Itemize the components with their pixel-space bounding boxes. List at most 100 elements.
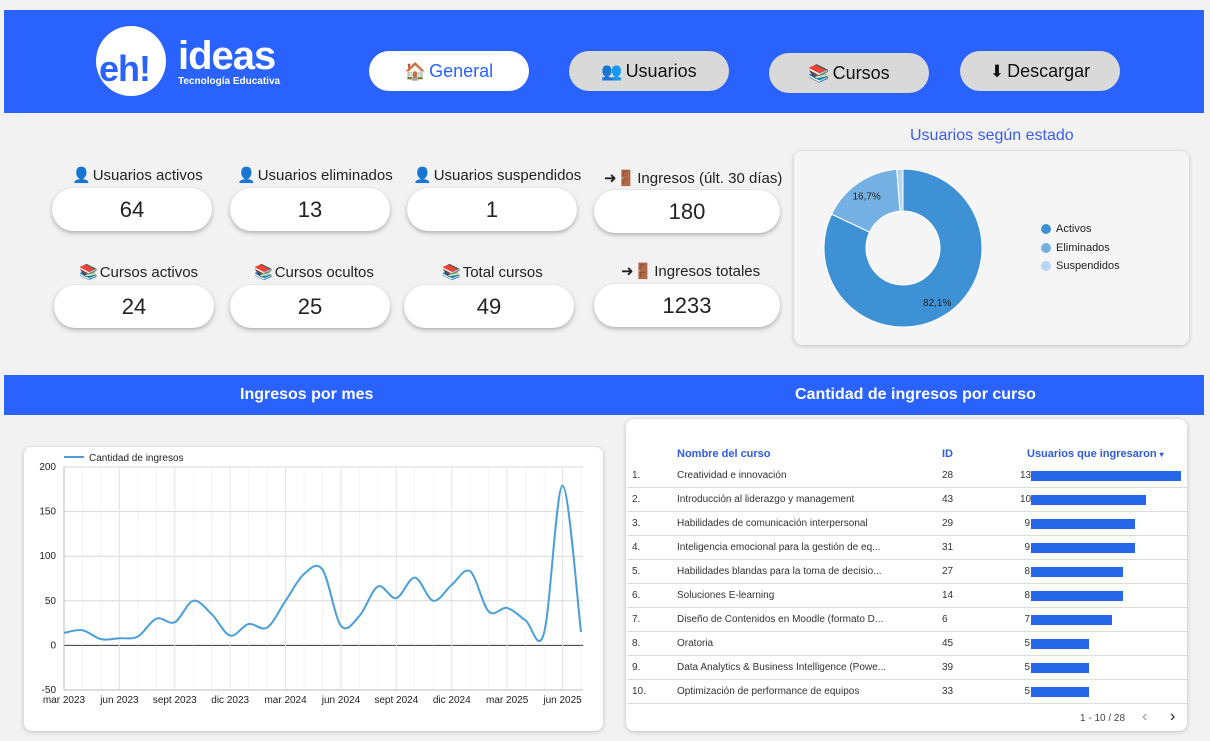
row-course-id: 33	[942, 686, 954, 697]
row-course-id: 31	[942, 542, 954, 553]
x-tick-label: dic 2024	[433, 695, 471, 706]
row-course-name: Data Analytics & Business Intelligence (…	[677, 662, 886, 673]
column-header-nombre[interactable]: Nombre del curso	[677, 448, 771, 460]
table-row[interactable]: 5. Habilidades blandas para la toma de de…	[627, 560, 1187, 584]
books-icon: 📚	[808, 63, 830, 83]
table-row[interactable]: 2. Introducción al liderazgo y management…	[627, 488, 1187, 512]
row-course-id: 45	[942, 638, 954, 649]
row-value-label: 8	[1024, 566, 1030, 577]
row-course-id: 28	[942, 470, 954, 481]
books-icon: 📚	[79, 264, 98, 281]
row-course-name: Habilidades de comunicación interpersona…	[677, 518, 868, 529]
kpi-label-ingresos-30-dias: ➜🚪 Ingresos (últ. 30 días)	[604, 169, 783, 188]
nav-label: Usuarios	[625, 60, 697, 81]
row-rank: 4.	[632, 542, 641, 553]
x-tick-label: sept 2023	[153, 695, 197, 706]
row-value-label: 8	[1024, 590, 1030, 601]
row-course-id: 6	[942, 614, 948, 625]
nav-button-descargar[interactable]: ⬇ Descargar	[960, 51, 1120, 91]
table-row[interactable]: 7. Diseño de Contenidos en Moodle (format…	[627, 608, 1187, 632]
row-course-id: 43	[942, 494, 954, 505]
table-row[interactable]: 3. Habilidades de comunicación interperso…	[627, 512, 1187, 536]
y-tick-label: 150	[39, 507, 56, 518]
row-value-bar	[1031, 471, 1181, 481]
row-value-label: 5	[1024, 686, 1030, 697]
row-value-bar	[1031, 543, 1135, 553]
table-row[interactable]: 9. Data Analytics & Business Intelligence…	[627, 656, 1187, 680]
house-icon: 🏠	[404, 61, 427, 81]
row-value-label: 9	[1024, 542, 1030, 553]
pagination-text: 1 - 10 / 28	[1080, 713, 1126, 724]
row-value-label: 5	[1024, 638, 1030, 649]
row-course-id: 29	[942, 518, 954, 529]
row-course-name: Creatividad e innovación	[677, 470, 787, 481]
next-page-button[interactable]: ›	[1170, 708, 1175, 726]
table-row[interactable]: 6. Soluciones E-learning 14 8	[627, 584, 1187, 608]
row-value-bar	[1031, 567, 1124, 577]
line-chart-card: 200 150 100 50 0 -50 mar 2023 jun 2023 sept 2023…	[24, 447, 603, 731]
row-course-name: Introducción al liderazgo y management	[677, 494, 855, 505]
row-rank: 7.	[632, 614, 641, 625]
legend-item-suspendidos[interactable]: Suspendidos	[1041, 260, 1120, 272]
table-row[interactable]: 4. Inteligencia emocional para la gestión…	[627, 536, 1187, 560]
logo-word: ideas	[178, 34, 276, 78]
logo-tagline: Tecnología Educativa	[178, 76, 281, 87]
row-value-bar	[1031, 519, 1135, 529]
y-tick-label: 100	[39, 551, 56, 562]
kpi-label-usuarios-activos: 👤 Usuarios activos	[72, 166, 203, 185]
kpi-label-usuarios-suspendidos: 👤 Usuarios suspendidos	[413, 166, 582, 185]
row-course-name: Soluciones E-learning	[677, 590, 775, 601]
pie-chart: 82,1% 16,7%	[823, 168, 983, 328]
users-icon: 👥	[601, 61, 623, 81]
kpi-label-cursos-ocultos: 📚 Cursos ocultos	[254, 263, 374, 282]
x-tick-label: mar 2023	[43, 695, 86, 706]
x-tick-label: jun 2025	[542, 695, 582, 706]
legend-dot	[1041, 243, 1051, 253]
row-value-bar	[1031, 495, 1147, 505]
pie-title: Usuarios según estado	[910, 127, 1074, 144]
nav-label: Descargar	[1007, 60, 1091, 81]
prev-page-button[interactable]: ‹	[1142, 708, 1147, 726]
row-value-bar	[1031, 639, 1089, 649]
user-icon: 👤	[237, 167, 256, 184]
download-icon: ⬇	[989, 61, 1005, 81]
row-rank: 6.	[632, 590, 641, 601]
nav-label: Cursos	[832, 62, 890, 83]
table-row[interactable]: 8. Oratoria 45 5	[627, 632, 1187, 656]
legend-dot	[1041, 224, 1051, 234]
logo-main: eh!	[99, 48, 151, 89]
line-chart-title: Ingresos por mes	[240, 386, 374, 403]
legend-item-eliminados[interactable]: Eliminados	[1041, 242, 1110, 254]
row-value-label: 10	[1020, 494, 1032, 505]
user-icon: 👤	[72, 167, 91, 184]
table-row[interactable]: 1. Creatividad e innovación 28 13	[627, 464, 1187, 488]
row-value-bar	[1031, 687, 1089, 697]
kpi-label-cursos-activos: 📚 Cursos activos	[79, 263, 199, 282]
kpi-value-cursos-activos: 24	[54, 285, 214, 328]
y-tick-label: 50	[45, 596, 57, 607]
pie-card: 82,1% 16,7% Activos Eliminados Suspendido…	[794, 151, 1189, 345]
door-arrow-icon: ➜🚪	[621, 263, 653, 280]
row-rank: 8.	[632, 638, 641, 649]
table-title: Cantidad de ingresos por curso	[795, 386, 1036, 403]
nav-button-cursos[interactable]: 📚 Cursos	[769, 53, 929, 93]
legend-item-activos[interactable]: Activos	[1041, 223, 1091, 235]
kpi-value-usuarios-eliminados: 13	[230, 188, 390, 231]
y-tick-label: 0	[50, 640, 56, 651]
column-header-usuarios[interactable]: Usuarios que ingresaron ▾	[1027, 448, 1164, 460]
x-tick-label: dic 2023	[211, 695, 249, 706]
nav-button-general[interactable]: 🏠 General	[369, 51, 529, 91]
kpi-value-usuarios-suspendidos: 1	[407, 188, 577, 231]
row-course-name: Inteligencia emocional para la gestión d…	[677, 542, 881, 553]
nav-button-usuarios[interactable]: 👥 Usuarios	[569, 51, 729, 91]
x-tick-label: jun 2024	[321, 695, 361, 706]
row-course-id: 39	[942, 662, 954, 673]
row-course-id: 14	[942, 590, 954, 601]
row-course-id: 27	[942, 566, 954, 577]
header-bar: eh! ideas Tecnología Educativa 🏠 General…	[4, 10, 1204, 113]
row-value-label: 9	[1024, 518, 1030, 529]
table-row[interactable]: 10. Optimización de performance de equipo…	[627, 680, 1187, 704]
x-tick-label: jun 2023	[99, 695, 139, 706]
column-header-id[interactable]: ID	[942, 448, 953, 460]
user-icon: 👤	[413, 167, 432, 184]
